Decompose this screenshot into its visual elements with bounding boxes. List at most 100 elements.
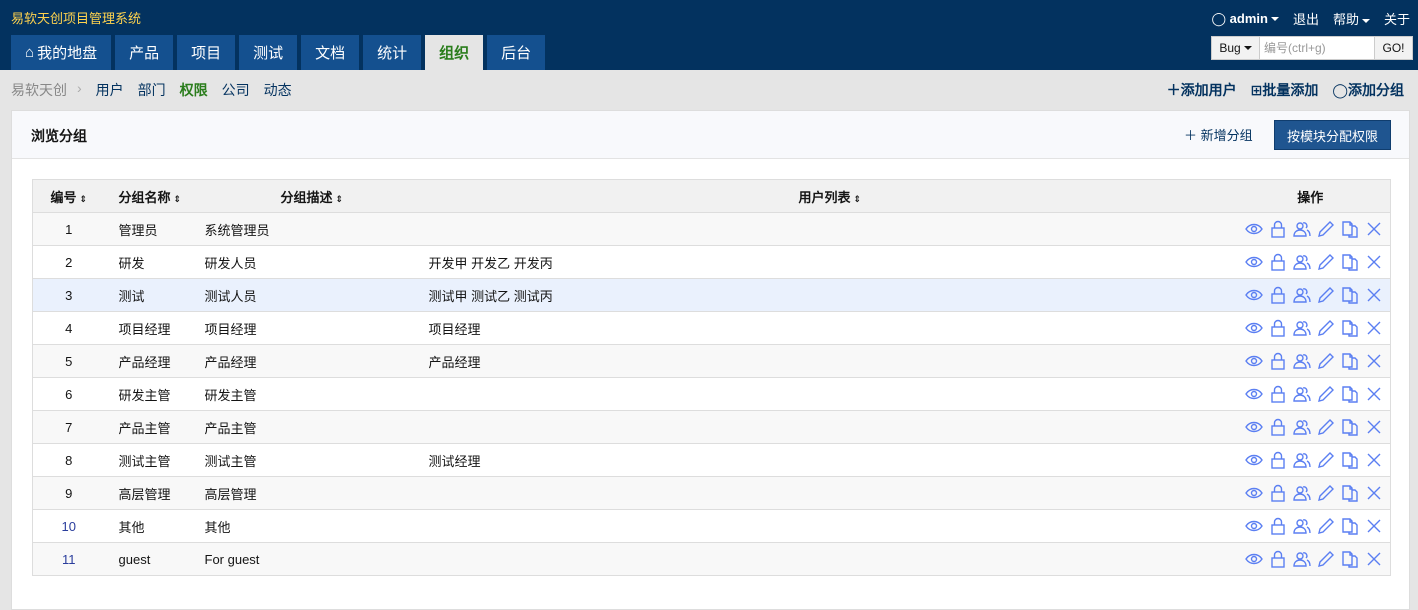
members-icon[interactable] — [1292, 252, 1312, 272]
view-icon[interactable] — [1244, 516, 1264, 536]
nav-tab[interactable]: 产品 — [115, 35, 174, 70]
nav-tab[interactable]: 组织 — [425, 35, 484, 70]
view-icon[interactable] — [1244, 318, 1264, 338]
nav-tab[interactable]: 测试 — [239, 35, 298, 70]
subnav-item[interactable]: 动态 — [264, 80, 292, 100]
nav-tab[interactable]: ⌂ 我的地盘 — [11, 35, 112, 70]
edit-icon[interactable] — [1316, 549, 1336, 569]
edit-icon[interactable] — [1316, 516, 1336, 536]
delete-icon[interactable] — [1364, 483, 1384, 503]
sort-id-header[interactable]: 编号 ⇕ — [32, 179, 105, 213]
search-input[interactable] — [1260, 37, 1374, 59]
edit-icon[interactable] — [1316, 483, 1336, 503]
copy-icon[interactable] — [1340, 351, 1360, 371]
batch-add-button[interactable]: ⊞批量添加 — [1251, 80, 1319, 100]
view-icon[interactable] — [1244, 483, 1264, 503]
sort-users-header[interactable]: 用户列表 ⇕ — [428, 179, 1231, 213]
lock-icon[interactable] — [1268, 417, 1288, 437]
subnav-item[interactable]: 部门 — [138, 80, 166, 100]
delete-icon[interactable] — [1364, 450, 1384, 470]
row-actions — [1230, 443, 1391, 477]
view-icon[interactable] — [1244, 450, 1264, 470]
add-group-button[interactable]: ◯添加分组 — [1332, 80, 1404, 100]
edit-icon[interactable] — [1316, 318, 1336, 338]
edit-icon[interactable] — [1316, 351, 1336, 371]
edit-icon[interactable] — [1316, 285, 1336, 305]
view-icon[interactable] — [1244, 219, 1264, 239]
delete-icon[interactable] — [1364, 252, 1384, 272]
copy-icon[interactable] — [1340, 483, 1360, 503]
delete-icon[interactable] — [1364, 549, 1384, 569]
members-icon[interactable] — [1292, 351, 1312, 371]
copy-icon[interactable] — [1340, 549, 1360, 569]
edit-icon[interactable] — [1316, 450, 1336, 470]
copy-icon[interactable] — [1340, 450, 1360, 470]
lock-icon[interactable] — [1268, 285, 1288, 305]
members-icon[interactable] — [1292, 219, 1312, 239]
copy-icon[interactable] — [1340, 417, 1360, 437]
view-icon[interactable] — [1244, 285, 1264, 305]
lock-icon[interactable] — [1268, 318, 1288, 338]
view-icon[interactable] — [1244, 549, 1264, 569]
delete-icon[interactable] — [1364, 417, 1384, 437]
subnav-item[interactable]: 公司 — [222, 80, 250, 100]
members-icon[interactable] — [1292, 318, 1312, 338]
actions-header: 操作 — [1230, 179, 1391, 213]
members-icon[interactable] — [1292, 384, 1312, 404]
copy-icon[interactable] — [1340, 252, 1360, 272]
copy-icon[interactable] — [1340, 384, 1360, 404]
edit-icon[interactable] — [1316, 219, 1336, 239]
copy-icon[interactable] — [1340, 516, 1360, 536]
delete-icon[interactable] — [1364, 384, 1384, 404]
edit-icon[interactable] — [1316, 417, 1336, 437]
delete-icon[interactable] — [1364, 351, 1384, 371]
row-actions — [1230, 245, 1391, 279]
lock-icon[interactable] — [1268, 384, 1288, 404]
delete-icon[interactable] — [1364, 219, 1384, 239]
members-icon[interactable] — [1292, 285, 1312, 305]
delete-icon[interactable] — [1364, 516, 1384, 536]
sort-name-header[interactable]: 分组名称 ⇕ — [104, 179, 205, 213]
add-user-button[interactable]: ＋添加用户 — [1167, 80, 1237, 100]
lock-icon[interactable] — [1268, 483, 1288, 503]
members-icon[interactable] — [1292, 549, 1312, 569]
nav-tab[interactable]: 文档 — [301, 35, 360, 70]
view-icon[interactable] — [1244, 351, 1264, 371]
lock-icon[interactable] — [1268, 351, 1288, 371]
new-group-button[interactable]: ＋ 新增分组 — [1184, 125, 1253, 144]
lock-icon[interactable] — [1268, 516, 1288, 536]
nav-tab[interactable]: 统计 — [363, 35, 422, 70]
copy-icon[interactable] — [1340, 285, 1360, 305]
view-icon[interactable] — [1244, 384, 1264, 404]
about-link[interactable]: 关于 — [1384, 9, 1410, 28]
members-icon[interactable] — [1292, 450, 1312, 470]
assign-by-module-button[interactable]: 按模块分配权限 — [1274, 120, 1391, 150]
view-icon[interactable] — [1244, 252, 1264, 272]
lock-icon[interactable] — [1268, 219, 1288, 239]
nav-tab[interactable]: 项目 — [177, 35, 236, 70]
lock-icon[interactable] — [1268, 252, 1288, 272]
delete-icon[interactable] — [1364, 318, 1384, 338]
breadcrumb-root[interactable]: 易软天创 — [11, 80, 67, 100]
members-icon[interactable] — [1292, 483, 1312, 503]
copy-icon[interactable] — [1340, 219, 1360, 239]
subnav-item[interactable]: 用户 — [96, 80, 124, 100]
edit-icon[interactable] — [1316, 252, 1336, 272]
members-icon[interactable] — [1292, 516, 1312, 536]
copy-icon[interactable] — [1340, 318, 1360, 338]
delete-icon[interactable] — [1364, 285, 1384, 305]
help-menu[interactable]: 帮助 — [1333, 9, 1370, 28]
subnav-item[interactable]: 权限 — [180, 80, 208, 100]
search-type-select[interactable]: Bug — [1212, 37, 1260, 59]
search-go-button[interactable]: GO! — [1374, 37, 1412, 59]
view-icon[interactable] — [1244, 417, 1264, 437]
lock-icon[interactable] — [1268, 549, 1288, 569]
logout-link[interactable]: 退出 — [1293, 9, 1319, 28]
sort-desc-header[interactable]: 分组描述 ⇕ — [204, 179, 429, 213]
edit-icon[interactable] — [1316, 384, 1336, 404]
user-menu[interactable]: ◯ admin — [1211, 11, 1279, 27]
lock-icon[interactable] — [1268, 450, 1288, 470]
table-row: 11 guest For guest — [32, 542, 1391, 576]
members-icon[interactable] — [1292, 417, 1312, 437]
nav-tab[interactable]: 后台 — [487, 35, 546, 70]
